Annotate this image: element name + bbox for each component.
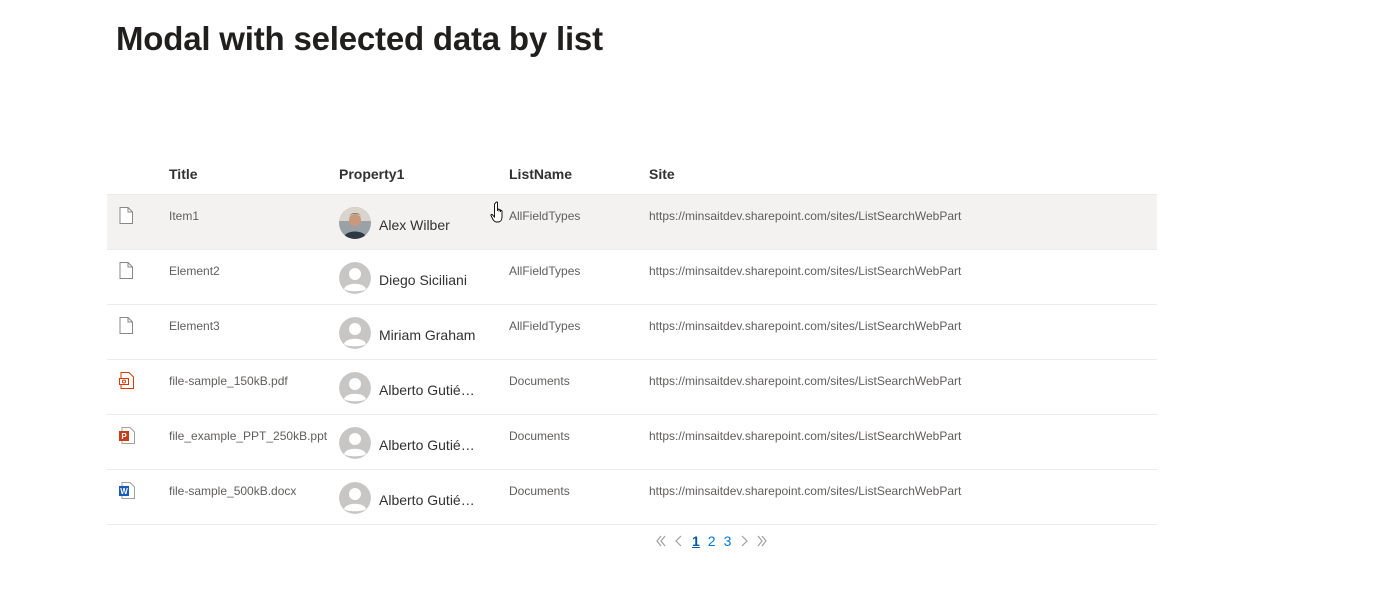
row-site: https://minsaitdev.sharepoint.com/sites/… <box>649 484 962 498</box>
row-listname: AllFieldTypes <box>509 264 581 278</box>
hand-cursor-icon <box>490 201 503 223</box>
person-cell[interactable]: Alex Wilber <box>339 207 450 239</box>
document-icon <box>119 262 135 280</box>
last-page-button[interactable] <box>753 532 771 550</box>
row-site: https://minsaitdev.sharepoint.com/sites/… <box>649 374 962 388</box>
avatar <box>339 482 371 514</box>
page-number-2[interactable]: 2 <box>704 532 720 550</box>
column-header-listname[interactable]: ListName <box>509 166 572 182</box>
person-name: Diego Siciliani <box>379 272 467 288</box>
row-title[interactable]: Item1 <box>169 209 199 223</box>
table-row[interactable]: Item1 Alex Wilber AllFieldTypes https://min… <box>107 195 1157 250</box>
first-page-button[interactable] <box>652 532 670 550</box>
double-chevron-left-icon <box>656 535 666 547</box>
table-row[interactable]: Element3 Miriam Graham AllFieldTypes https:… <box>107 305 1157 360</box>
row-listname: AllFieldTypes <box>509 209 581 223</box>
person-cell[interactable]: Alberto Gutiérrez <box>339 372 479 404</box>
table-row[interactable]: Element2 Diego Siciliani AllFieldTypes http… <box>107 250 1157 305</box>
svg-text:P: P <box>121 432 127 441</box>
person-name: Alberto Gutiérrez <box>379 382 479 398</box>
chevron-left-icon <box>675 535 682 547</box>
page-number-3[interactable]: 3 <box>720 532 736 550</box>
row-site: https://minsaitdev.sharepoint.com/sites/… <box>649 429 962 443</box>
details-list: Title Property1 ListName Site Item1 Alex … <box>107 152 1157 525</box>
row-listname: Documents <box>509 429 570 443</box>
person-name: Alberto Gutiérrez <box>379 437 479 453</box>
person-cell[interactable]: Miriam Graham <box>339 317 475 349</box>
next-page-button[interactable] <box>735 532 753 550</box>
row-title[interactable]: file-sample_150kB.pdf <box>169 374 288 388</box>
powerpoint-file-icon: P <box>119 427 135 445</box>
row-listname: AllFieldTypes <box>509 319 581 333</box>
document-icon <box>119 207 135 225</box>
table-row[interactable]: Wfile-sample_500kB.docx Alberto Gutiérrez… <box>107 470 1157 525</box>
person-cell[interactable]: Alberto Gutiérrez <box>339 482 479 514</box>
row-title[interactable]: Element3 <box>169 319 220 333</box>
document-icon <box>119 317 135 335</box>
row-listname: Documents <box>509 374 570 388</box>
pdf-file-icon <box>119 372 135 390</box>
column-header-site[interactable]: Site <box>649 166 675 182</box>
table-row[interactable]: Pfile_example_PPT_250kB.ppt Alberto Gutié… <box>107 415 1157 470</box>
row-site: https://minsaitdev.sharepoint.com/sites/… <box>649 209 962 223</box>
avatar <box>339 427 371 459</box>
row-site: https://minsaitdev.sharepoint.com/sites/… <box>649 319 962 333</box>
row-title[interactable]: file-sample_500kB.docx <box>169 484 296 498</box>
word-file-icon: W <box>119 482 135 500</box>
column-header-property1[interactable]: Property1 <box>339 166 404 182</box>
chevron-right-icon <box>741 535 749 547</box>
person-cell[interactable]: Alberto Gutiérrez <box>339 427 479 459</box>
person-name: Alberto Gutiérrez <box>379 492 479 508</box>
row-title[interactable]: Element2 <box>169 264 220 278</box>
row-listname: Documents <box>509 484 570 498</box>
previous-page-button[interactable] <box>670 532 688 550</box>
person-name: Miriam Graham <box>379 327 476 343</box>
table-row[interactable]: file-sample_150kB.pdf Alberto Gutiérrez Do… <box>107 360 1157 415</box>
avatar <box>339 317 371 349</box>
avatar <box>339 372 371 404</box>
page-title: Modal with selected data by list <box>116 20 603 57</box>
page-number-1[interactable]: 1 <box>688 532 704 550</box>
person-cell[interactable]: Diego Siciliani <box>339 262 467 294</box>
list-header: Title Property1 ListName Site <box>107 152 1157 195</box>
svg-text:W: W <box>120 487 128 496</box>
row-title[interactable]: file_example_PPT_250kB.ppt <box>169 429 327 443</box>
row-site: https://minsaitdev.sharepoint.com/sites/… <box>649 264 962 278</box>
avatar <box>339 207 371 239</box>
person-name: Alex Wilber <box>379 217 450 233</box>
column-header-title[interactable]: Title <box>169 166 198 182</box>
avatar <box>339 262 371 294</box>
double-chevron-right-icon <box>757 535 768 547</box>
